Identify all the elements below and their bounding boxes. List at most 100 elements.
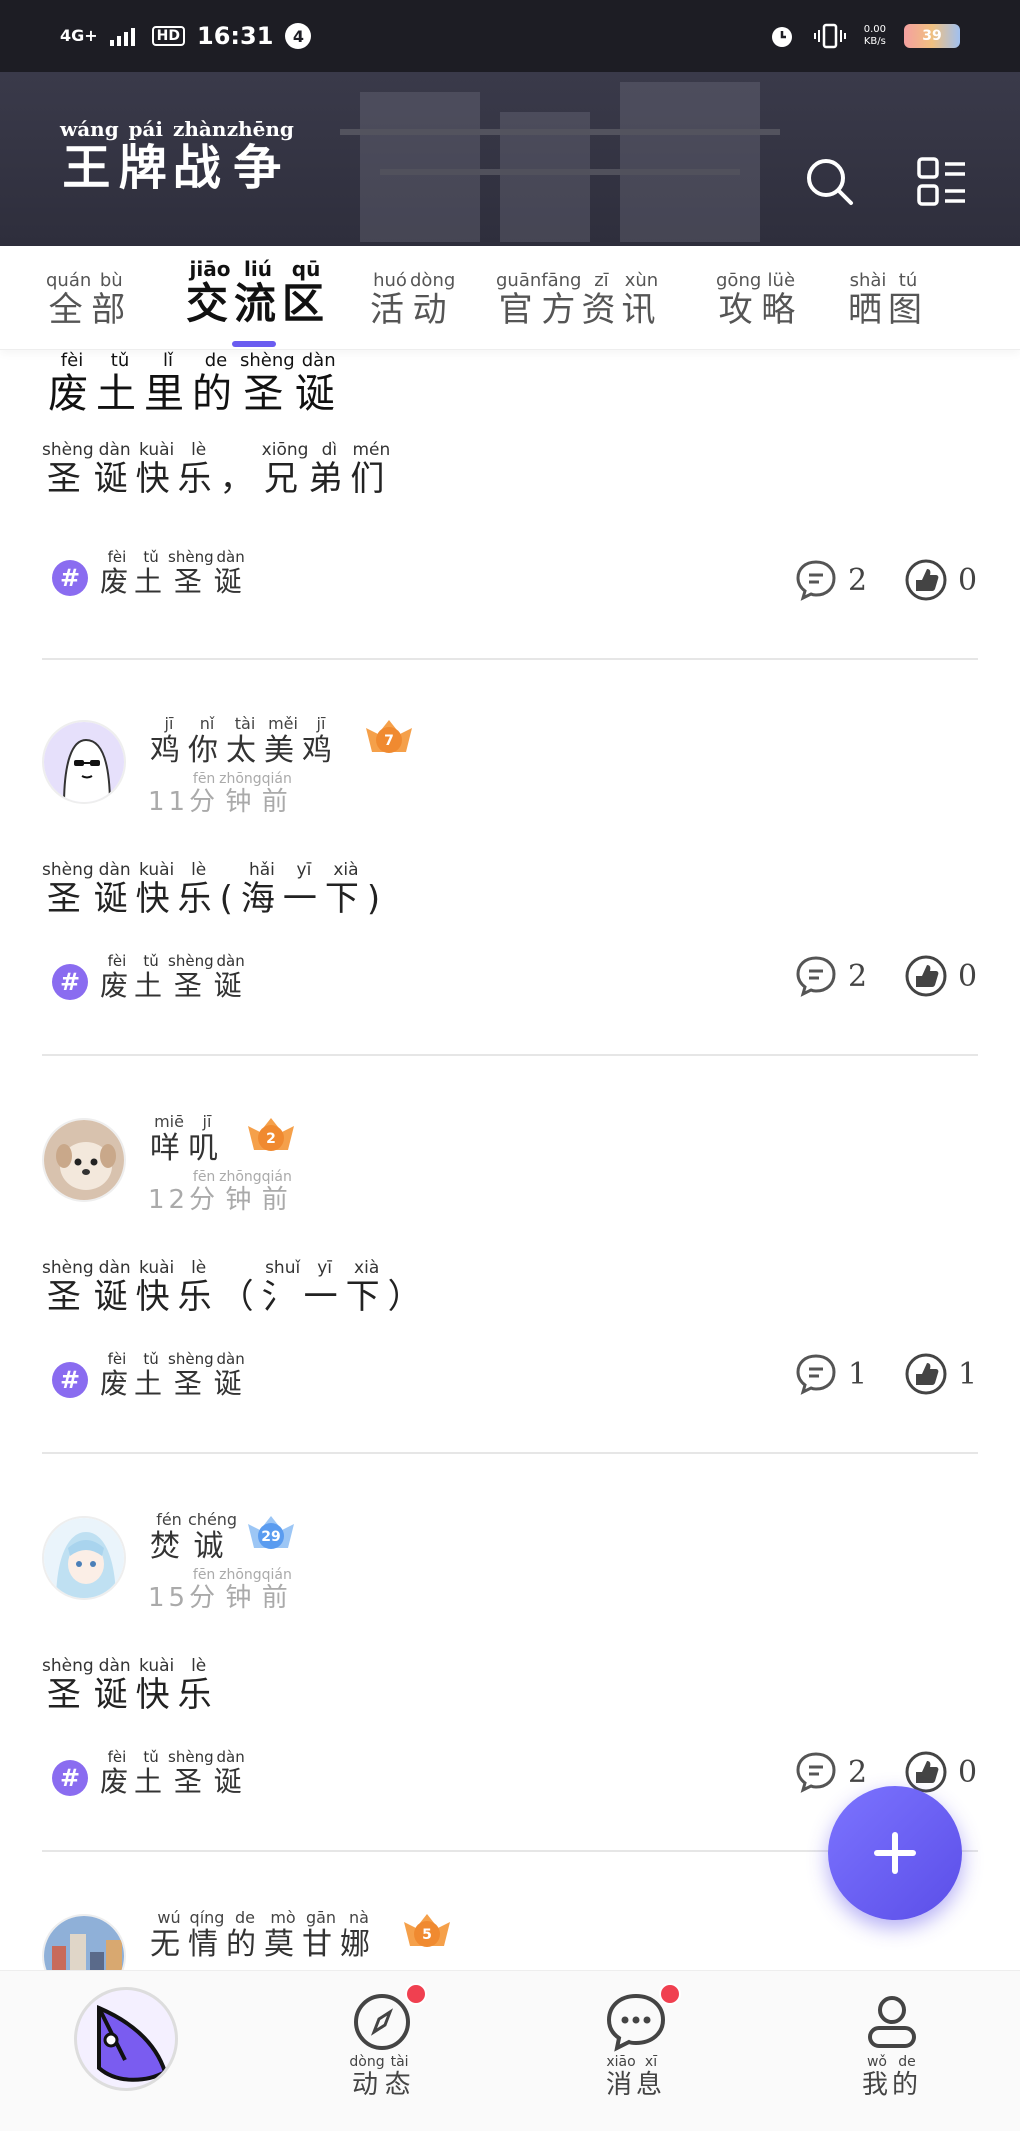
app-title: 王wáng牌pái战zhàn争zhēng <box>60 117 294 198</box>
nav-label: 动dòng态tài <box>349 2054 415 2101</box>
char: 攻gōng <box>716 270 762 330</box>
svg-text:7: 7 <box>384 733 394 749</box>
post-divider <box>42 658 978 660</box>
comment-count[interactable]: 1 <box>794 1352 867 1396</box>
char: 土tǔ <box>96 350 144 417</box>
char: 牌pái <box>118 117 173 196</box>
plus-icon <box>874 1832 916 1874</box>
char: 乐lè <box>177 1258 220 1317</box>
menu-button[interactable] <box>912 152 972 212</box>
app-header: 王wáng牌pái战zhàn争zhēng <box>0 72 1020 246</box>
topic-label: 废fèi土tǔ圣shèng诞dàn <box>100 1350 248 1402</box>
tab-2[interactable]: 活huó动dòng <box>370 270 455 331</box>
create-post-button[interactable] <box>828 1786 962 1920</box>
char: ( <box>219 879 241 919</box>
char: 流liú <box>234 257 283 328</box>
char: 资zī <box>581 270 622 330</box>
nav-home[interactable] <box>66 1987 186 2091</box>
post-text: 圣shèng诞dàn快kuài乐lè（氵shuǐ一yī下xià） <box>42 1258 430 1318</box>
hashtag-icon: # <box>52 1760 88 1796</box>
char: 全quán <box>46 270 92 330</box>
topic-tag[interactable]: # 废fèi土tǔ圣shèng诞dàn <box>52 952 248 1004</box>
char: 土tǔ <box>134 1350 169 1400</box>
char: 废fèi <box>100 1350 135 1400</box>
char: 息xī <box>636 2054 667 2100</box>
tab-5[interactable]: 晒shài图tú <box>848 270 928 331</box>
status-time: 16:31 <box>197 22 274 50</box>
char: （ <box>219 1277 262 1317</box>
char: 莫mò <box>264 1908 302 1962</box>
char: 活huó <box>370 270 410 330</box>
avatar[interactable] <box>42 1118 126 1202</box>
char: 下xià <box>345 1258 388 1317</box>
tab-3[interactable]: 官guān方fāng资zī讯xùn <box>496 270 661 331</box>
network-speed: 0.00 KB/s <box>863 24 886 47</box>
char: 废fèi <box>100 952 135 1002</box>
char: 圣shèng <box>240 350 295 417</box>
avatar[interactable] <box>42 1914 126 1970</box>
comment-icon <box>796 956 836 997</box>
char: 鸡jī <box>150 714 188 768</box>
char: 快kuài <box>135 1656 178 1715</box>
topic-tag[interactable]: # 废fèi土tǔ圣shèng诞dàn <box>52 548 248 600</box>
char: 里lǐ <box>144 350 192 417</box>
post-text: 圣shèng诞dàn快kuài乐lè，兄xiōng弟dì们mén <box>42 440 392 500</box>
topic-tag[interactable]: # 废fèi土tǔ圣shèng诞dàn <box>52 1748 248 1800</box>
svg-text:2: 2 <box>266 1131 276 1147</box>
char: 乐lè <box>177 860 220 919</box>
tab-0[interactable]: 全quán部bù <box>46 270 132 331</box>
level-badge: 29 <box>248 1516 294 1549</box>
char: 部bù <box>91 270 132 330</box>
header-banner-art <box>340 82 780 242</box>
char: 诞dàn <box>93 1656 136 1715</box>
comment-count[interactable]: 2 <box>794 558 867 602</box>
char: 圣shèng <box>168 1350 214 1400</box>
level-badge: 2 <box>248 1118 294 1151</box>
char: 甘gān <box>302 1908 340 1962</box>
char: 鸡jī <box>302 714 340 768</box>
post-time: 15分fēn钟zhōng前qián <box>148 1567 292 1614</box>
char: 海hǎi <box>240 860 283 919</box>
avatar[interactable] <box>42 720 126 804</box>
like-count[interactable]: 0 <box>904 558 977 602</box>
topic-tag[interactable]: # 废fèi土tǔ圣shèng诞dàn <box>52 1350 248 1402</box>
username[interactable]: 焚fén诚chéng <box>150 1510 237 1565</box>
char: 前qián <box>261 771 292 817</box>
char: 争zhēng <box>226 117 294 196</box>
char: 废fèi <box>100 548 135 598</box>
post-feed: 废fèi土tǔ里lǐ的de圣shèng诞dàn 圣shèng诞dàn快kuài乐… <box>0 350 1020 1970</box>
notification-dot <box>405 1983 427 2005</box>
tab-4[interactable]: 攻gōng略lüè <box>716 270 801 331</box>
nav-feed[interactable]: 动dòng态tài <box>322 1983 442 2101</box>
char: 美měi <box>264 714 302 768</box>
nav-messages[interactable]: 消xiāo息xī <box>576 1983 696 2101</box>
char: 圣shèng <box>168 952 214 1002</box>
avatar-puppy-image <box>44 1120 124 1200</box>
tab-1[interactable]: 交jiāo流liú区qū <box>186 257 330 331</box>
username[interactable]: 无wú情qíng的de莫mò甘gān娜nà <box>150 1908 378 1963</box>
avatar[interactable] <box>42 1516 126 1600</box>
like-count[interactable]: 0 <box>904 954 977 998</box>
comment-count[interactable]: 2 <box>794 954 867 998</box>
char: 动dòng <box>349 2054 385 2100</box>
char: 官guān <box>496 270 542 330</box>
avatar-ghost-image <box>44 722 124 802</box>
nav-profile[interactable]: 我wǒ的de <box>832 1989 952 2101</box>
char: 兄xiōng <box>261 440 309 499</box>
like-count[interactable]: 1 <box>904 1352 977 1396</box>
char: 态tài <box>384 2054 415 2100</box>
comment-count[interactable]: 2 <box>794 1750 867 1794</box>
username[interactable]: 鸡jī你nǐ太tài美měi鸡jī <box>150 714 340 769</box>
char: 废fèi <box>48 350 96 417</box>
alarm-icon <box>771 27 792 47</box>
username[interactable]: 咩miē叽jī <box>150 1112 226 1167</box>
home-logo-icon <box>74 1987 178 2091</box>
active-tab-indicator <box>232 341 276 347</box>
comment-icon <box>796 1354 836 1395</box>
hashtag-icon: # <box>52 560 88 596</box>
like-count[interactable]: 0 <box>904 1750 977 1794</box>
char: 你nǐ <box>188 714 226 768</box>
bottom-navigation: 动dòng态tài 消xiāo息xī 我wǒ的de <box>0 1970 1020 2131</box>
search-button[interactable] <box>800 152 860 212</box>
char: 情qíng <box>188 1908 226 1962</box>
